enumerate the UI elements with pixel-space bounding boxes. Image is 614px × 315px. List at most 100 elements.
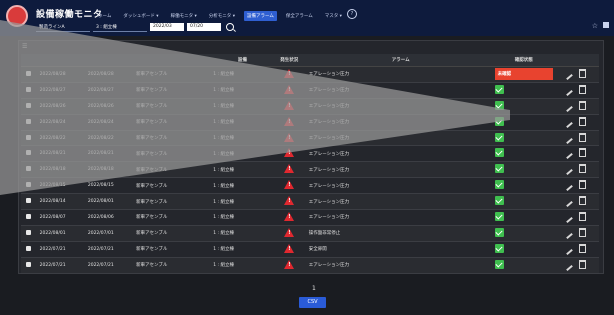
search-icon[interactable] [226, 23, 234, 31]
confirmed-check-icon[interactable] [494, 164, 504, 174]
trash-icon[interactable] [579, 259, 587, 269]
table-row[interactable]: 2022/07/212022/07/21新車アセンブル1 : 組立棟安全扉開 [21, 241, 599, 258]
table-row[interactable]: 2022/08/242022/08/24新車アセンブル1 : 組立棟エアレーショ… [21, 114, 599, 131]
row-checkbox[interactable] [26, 86, 32, 92]
edit-icon[interactable] [566, 105, 574, 112]
row-checkbox[interactable] [26, 213, 32, 219]
edit-icon[interactable] [566, 169, 574, 176]
nav-dashboard[interactable]: ダッシュボード ▾ [120, 11, 161, 21]
confirmed-check-icon[interactable] [494, 243, 504, 253]
row-checkbox[interactable] [26, 198, 32, 204]
edit-icon[interactable] [566, 153, 574, 160]
table-row[interactable]: 2022/08/072022/08/06新車アセンブル1 : 組立棟 エアレーショ… [21, 209, 599, 226]
row-checkbox[interactable] [26, 70, 32, 76]
confirmed-check-icon[interactable] [494, 148, 504, 158]
trash-icon[interactable] [579, 68, 587, 78]
favorite-icon[interactable]: ☆ [592, 22, 598, 30]
trash-icon[interactable] [579, 84, 587, 94]
cell-c: 新車アセンブル [133, 130, 211, 147]
col-header-occurrence[interactable]: 発生状況 [272, 54, 306, 67]
edit-icon[interactable] [566, 121, 574, 128]
table-row[interactable]: 2022/08/212022/08/21新車アセンブル1 : 組立棟エアレーショ… [21, 145, 599, 163]
pagination-current[interactable]: 1 [312, 285, 316, 292]
col-header-alarm[interactable]: アラーム [305, 54, 494, 67]
table-row[interactable]: 2022/08/182022/08/18新車アセンブル1 : 組立棟エアレーショ… [21, 161, 599, 179]
cell-b: 2022/08/28 [84, 66, 134, 83]
area-select[interactable]: 3 : 組立棟 [93, 22, 147, 32]
edit-icon[interactable] [566, 264, 574, 271]
cell-c: 新車アセンブル [133, 225, 211, 242]
trash-icon[interactable] [579, 180, 587, 190]
col-header-b[interactable] [84, 54, 134, 67]
edit-icon[interactable] [566, 201, 574, 208]
col-header-a[interactable] [36, 54, 85, 67]
table-row[interactable]: 2022/08/222022/08/22新車アセンブル1 : 組立棟エアレーショ… [21, 130, 599, 147]
help-icon[interactable]: ? [347, 9, 357, 19]
confirmed-check-icon[interactable] [494, 227, 504, 237]
warning-icon [284, 132, 295, 142]
cell-c: 新車アセンブル [133, 66, 211, 83]
edit-icon[interactable] [566, 185, 574, 192]
edit-icon[interactable] [566, 73, 574, 80]
nav-home[interactable]: ホーム [95, 11, 114, 21]
col-header-c[interactable] [133, 54, 211, 67]
csv-button[interactable]: CSV [299, 297, 326, 308]
confirmed-check-icon[interactable] [494, 180, 504, 190]
row-checkbox[interactable] [26, 166, 32, 172]
trash-icon[interactable] [579, 227, 587, 237]
col-header-equipment[interactable]: 設備 [210, 54, 273, 67]
cell-a: 2022/08/26 [36, 98, 85, 115]
row-checkbox[interactable] [26, 245, 32, 251]
trash-icon[interactable] [579, 148, 587, 158]
nav-operation-monitor[interactable]: 稼働モニタ ▾ [168, 11, 200, 21]
trash-icon[interactable] [579, 132, 587, 142]
row-checkbox[interactable] [26, 134, 32, 140]
row-checkbox[interactable] [26, 102, 32, 108]
nav-equipment-alarm[interactable]: 設備アラーム [243, 11, 277, 21]
line-select[interactable]: 製造ラインA [36, 22, 90, 32]
trash-icon[interactable] [579, 100, 587, 110]
cell-equipment: 1 : 組立棟 [210, 82, 273, 99]
confirmed-check-icon[interactable] [494, 100, 504, 110]
confirmed-check-icon[interactable] [494, 84, 504, 94]
unconfirmed-badge[interactable]: 未確認 [494, 68, 553, 81]
confirmed-check-icon[interactable] [494, 196, 504, 206]
row-checkbox[interactable] [26, 118, 32, 124]
table-row[interactable]: 2022/08/282022/08/28新車アセンブル1 : 組立棟エアレーショ… [21, 66, 599, 83]
date-from-input[interactable]: 2022/03 [150, 23, 184, 31]
table-row[interactable]: 2022/07/212022/07/21新車アセンブル1 : 組立棟エアレーショ… [21, 257, 599, 274]
confirmed-check-icon[interactable] [494, 259, 504, 269]
col-header-confirm-status[interactable]: 確認状態 [493, 54, 554, 67]
trash-icon[interactable] [579, 196, 587, 206]
cell-b: 2022/08/26 [84, 98, 134, 115]
table-row[interactable]: 2022/08/012022/07/01新車アセンブル1 : 組立棟 操作盤非常停… [21, 225, 599, 242]
table-row[interactable]: 2022/08/152022/08/15新車アセンブル1 : 組立棟エアレーショ… [21, 177, 599, 195]
row-checkbox[interactable] [26, 229, 32, 235]
confirmed-check-icon[interactable] [494, 132, 504, 142]
menu-icon[interactable]: ☰ [22, 43, 27, 50]
edit-icon[interactable] [566, 232, 574, 239]
row-checkbox[interactable] [26, 182, 32, 188]
table-row[interactable]: 2022/08/142022/08/01新車アセンブル1 : 組立棟 エアレーショ… [21, 193, 599, 211]
cell-a: 2022/08/22 [36, 130, 85, 147]
table-row[interactable]: 2022/08/262022/08/26新車アセンブル1 : 組立棟エアレーショ… [21, 98, 599, 115]
grid-icon[interactable] [603, 22, 609, 28]
edit-icon[interactable] [566, 137, 574, 144]
edit-icon[interactable] [566, 216, 574, 223]
nav-maintenance-alarm[interactable]: 保全アラーム [283, 11, 316, 21]
table-row[interactable]: 2022/08/272022/08/27新車アセンブル1 : 組立棟エアレーショ… [21, 82, 599, 99]
edit-icon[interactable] [566, 248, 574, 255]
nav-master[interactable]: マスタ ▾ [322, 11, 345, 21]
confirmed-check-icon[interactable] [494, 116, 504, 126]
confirmed-check-icon[interactable] [494, 211, 504, 221]
nav-analysis-monitor[interactable]: 分析モニタ ▾ [206, 11, 238, 21]
trash-icon[interactable] [579, 116, 587, 126]
trash-icon[interactable] [579, 211, 587, 221]
date-to-input[interactable]: 07/20 [187, 23, 221, 31]
row-checkbox[interactable] [26, 150, 32, 156]
row-checkbox[interactable] [26, 261, 32, 267]
edit-icon[interactable] [566, 89, 574, 96]
trash-icon[interactable] [579, 243, 587, 253]
col-header-actions [553, 54, 599, 67]
trash-icon[interactable] [579, 164, 587, 174]
